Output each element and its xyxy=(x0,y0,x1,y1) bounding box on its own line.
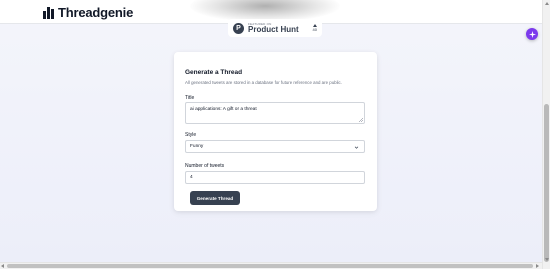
style-label: Style xyxy=(185,132,197,138)
brand-name: Threadgenie xyxy=(58,5,134,20)
product-hunt-logo-icon: P xyxy=(233,22,244,34)
title-value: ai applications: A gift or a threat xyxy=(190,107,257,112)
scroll-down-arrow-icon[interactable] xyxy=(545,258,549,261)
bars-logo-icon xyxy=(43,6,54,19)
generate-thread-card: Generate a Thread All generated tweets a… xyxy=(174,52,377,211)
floating-action-button[interactable] xyxy=(526,28,538,40)
title-label: Title xyxy=(185,95,195,101)
product-hunt-votes: 40 xyxy=(313,24,317,32)
form-title: Generate a Thread xyxy=(185,69,243,76)
title-textarea[interactable]: ai applications: A gift or a threat xyxy=(185,102,365,124)
brand-link[interactable]: Threadgenie xyxy=(43,5,133,20)
resize-handle-icon[interactable] xyxy=(359,118,363,122)
chevron-down-icon xyxy=(354,146,359,149)
tweets-label: Number of tweets xyxy=(185,163,225,169)
generate-thread-button[interactable]: Generate Thread xyxy=(190,191,240,205)
product-hunt-vote-count: 40 xyxy=(312,27,317,32)
scroll-up-arrow-icon[interactable] xyxy=(545,2,549,5)
scroll-left-arrow-icon[interactable] xyxy=(1,264,4,268)
scroll-right-arrow-icon[interactable] xyxy=(536,264,539,268)
vertical-scroll-thumb[interactable] xyxy=(544,104,549,262)
sparkle-icon xyxy=(528,30,536,38)
tweets-count-value: 4 xyxy=(190,175,193,180)
form-description: All generated tweets are stored in a dat… xyxy=(185,80,342,85)
tweets-count-input[interactable]: 4 xyxy=(185,171,365,184)
product-hunt-name: Product Hunt xyxy=(248,24,299,34)
horizontal-scroll-thumb[interactable] xyxy=(7,264,533,268)
style-value: Funny xyxy=(190,144,204,149)
product-hunt-badge[interactable]: P FEATURED ON Product Hunt 40 xyxy=(228,19,322,37)
style-select[interactable]: Funny xyxy=(185,140,365,153)
